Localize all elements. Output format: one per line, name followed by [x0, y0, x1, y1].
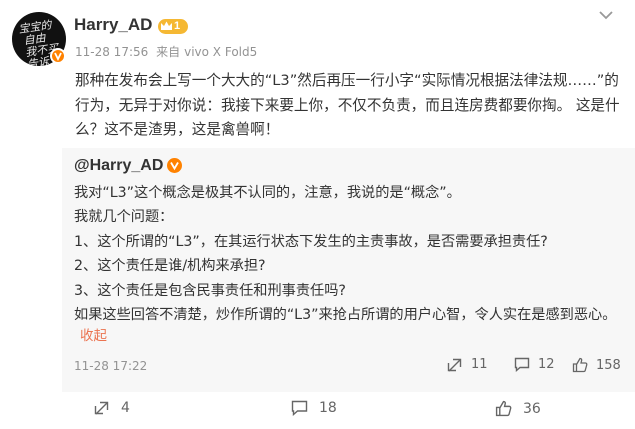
repost-count: 4: [121, 400, 130, 416]
repost-line: 如果这些回答不清楚，炒作所谓的“L3”来抢占所谓的用户心智，令人实在是感到恶心。: [74, 307, 617, 324]
source-prefix: 来自: [156, 45, 181, 59]
comment-icon: [514, 357, 530, 372]
thumbs-up-icon: [495, 400, 512, 417]
verified-badge-icon: [50, 48, 66, 64]
like-button[interactable]: 36: [495, 400, 541, 417]
repost-icon: [94, 401, 109, 415]
repost-comment-button[interactable]: 12: [514, 357, 555, 372]
repost-line: 我对“L3”这个概念是极其不认同的，注意，我说的是“概念”。: [74, 185, 461, 201]
collapse-link[interactable]: 收起: [80, 324, 107, 344]
comment-button[interactable]: 18: [291, 400, 337, 416]
post-text: 那种在发布会上写一个大大的“L3”然后再压一行小字“实际情况根据法律法规……”的…: [75, 72, 620, 138]
like-count: 36: [523, 400, 541, 417]
repost-line: 3、这个责任是包含民事责任和刑事责任吗?: [74, 282, 346, 299]
repost-line: 2、这个责任是谁/机构来承担?: [74, 258, 266, 275]
vip-level: 1: [174, 20, 181, 32]
repost-repost-count: 11: [471, 357, 488, 372]
repost-text: 我对“L3”这个概念是极其不认同的，注意，我说的是“概念”。 我就几个问题： 1…: [74, 181, 624, 327]
repost-comment-count: 12: [538, 357, 555, 372]
vip-level-badge[interactable]: 1: [158, 19, 188, 34]
repost-line: 1、这个所谓的“L3”，在其运行状态下发生的主责事故，是否需要承担责任?: [74, 233, 548, 250]
repost-repost-button[interactable]: 11: [447, 357, 488, 372]
thumbs-up-icon: [572, 357, 588, 373]
username[interactable]: Harry_AD: [74, 15, 152, 35]
repost-icon: [447, 358, 462, 371]
repost-author[interactable]: @Harry_AD: [74, 157, 163, 175]
post-meta: 11-28 17:56 来自 vivo X Fold5: [75, 43, 261, 60]
chevron-down-icon[interactable]: [597, 8, 615, 22]
repost-like-button[interactable]: 158: [572, 357, 621, 373]
repost-time[interactable]: 11-28 17:22: [74, 359, 147, 373]
post-time[interactable]: 11-28 17:56: [75, 45, 148, 59]
crown-icon: [161, 21, 172, 30]
comment-icon: [291, 400, 308, 416]
repost-card: @Harry_AD 我对“L3”这个概念是极其不认同的，注意，我说的是“概念”。…: [62, 148, 635, 392]
repost-button[interactable]: 4: [94, 400, 130, 416]
repost-line: 我就几个问题：: [74, 209, 174, 226]
verified-badge-icon: [167, 158, 182, 173]
source-device: vivo X Fold5: [184, 45, 258, 59]
repost-like-count: 158: [596, 357, 621, 373]
comment-count: 18: [319, 400, 337, 416]
